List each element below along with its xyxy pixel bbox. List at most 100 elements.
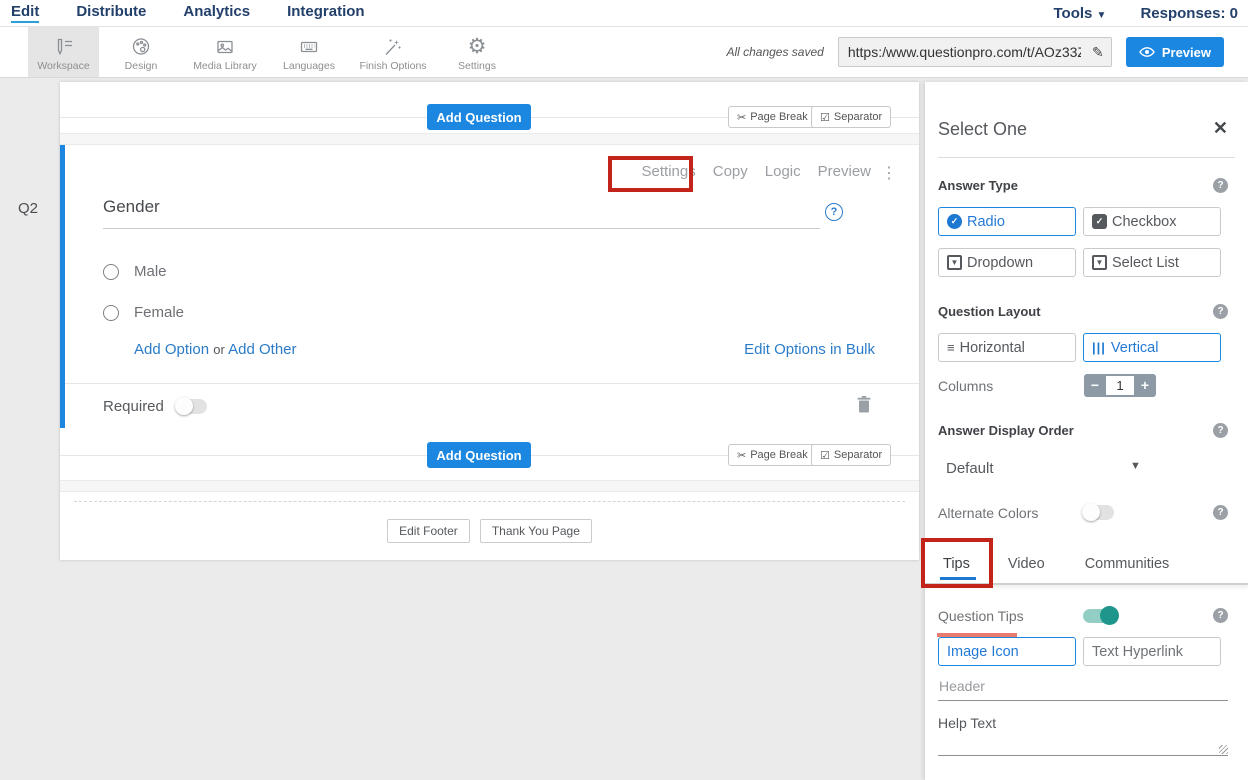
image-icon-button[interactable]: Image Icon — [938, 637, 1076, 666]
layout-horizontal[interactable]: ≡ Horizontal — [938, 333, 1076, 362]
toolbar-tab-languages[interactable]: Languages — [267, 27, 351, 77]
eye-icon — [1139, 46, 1155, 58]
separator-button-bottom[interactable]: ☑ Separator — [811, 444, 891, 466]
toolbar-tab-settings[interactable]: ⚙ Settings — [435, 27, 519, 77]
answer-option-row: Female — [103, 304, 184, 321]
toolbar-tab-design[interactable]: Design — [99, 27, 183, 77]
toolbar: Workspace Design Media Library — [0, 27, 1248, 78]
survey-canvas: Add Question ✂ Page Break ☑ Separator Se… — [60, 82, 919, 560]
question-preview-action[interactable]: Preview — [818, 163, 871, 180]
help-text-label: Help Text — [938, 715, 996, 731]
toolbar-tab-label: Languages — [283, 60, 335, 72]
chevron-down-icon[interactable]: ▼ — [1130, 460, 1141, 472]
responses-count[interactable]: Responses: 0 — [1140, 5, 1238, 22]
tab-communities[interactable]: Communities — [1085, 556, 1170, 572]
question-title[interactable]: Gender — [103, 197, 160, 217]
radio-button-male[interactable] — [103, 264, 119, 280]
question-help-icon[interactable]: ? — [825, 203, 843, 221]
survey-url-input[interactable] — [839, 44, 1085, 60]
divider — [60, 480, 919, 492]
plus-button[interactable]: + — [1134, 374, 1156, 397]
keyboard-icon — [297, 35, 321, 59]
tab-video[interactable]: Video — [1008, 556, 1045, 572]
toolbar-tab-label: Settings — [458, 60, 496, 72]
resize-handle[interactable] — [1219, 745, 1228, 754]
question-logic-action[interactable]: Logic — [765, 163, 801, 180]
edit-footer-button[interactable]: Edit Footer — [387, 519, 470, 543]
display-order-select[interactable]: Default — [946, 460, 994, 477]
image-icon — [213, 35, 237, 59]
divider — [925, 583, 1248, 585]
nav-item-distribute[interactable]: Distribute — [76, 3, 146, 23]
toolbar-tab-workspace[interactable]: Workspace — [28, 27, 99, 77]
separator-button-top[interactable]: ☑ Separator — [811, 106, 891, 128]
or-label: or — [213, 342, 225, 357]
answer-option-row: Male — [103, 263, 167, 280]
checkbox-icon: ☑ — [820, 111, 830, 124]
active-tab-indicator — [940, 577, 976, 580]
kebab-menu-icon[interactable]: ⋮ — [881, 163, 897, 183]
nav-item-integration[interactable]: Integration — [287, 3, 365, 23]
question-layout-help-icon[interactable]: ? — [1213, 304, 1228, 319]
answer-type-label: Answer Type — [938, 178, 1018, 193]
question-tips-toggle[interactable] — [1083, 609, 1117, 623]
question-tips-help-icon[interactable]: ? — [1213, 608, 1228, 623]
toolbar-tab-finish-options[interactable]: Finish Options — [351, 27, 435, 77]
thank-you-page-button[interactable]: Thank You Page — [480, 519, 592, 543]
question-settings-action[interactable]: Settings — [642, 163, 696, 180]
answer-type-dropdown[interactable]: ▼ Dropdown — [938, 248, 1076, 277]
text-hyperlink-button[interactable]: Text Hyperlink — [1083, 637, 1221, 666]
display-order-help-icon[interactable]: ? — [1213, 423, 1228, 438]
option-label[interactable]: Male — [134, 263, 167, 280]
page-break-button-top[interactable]: ✂ Page Break — [728, 106, 817, 128]
scissors-icon: ✂ — [737, 449, 746, 462]
question-copy-action[interactable]: Copy — [713, 163, 748, 180]
nav-item-analytics[interactable]: Analytics — [183, 3, 250, 23]
add-option-link[interactable]: Add Option — [134, 341, 209, 358]
columns-label: Columns — [938, 378, 993, 394]
help-text-textarea[interactable] — [938, 733, 1228, 756]
toolbar-tab-label: Design — [125, 60, 158, 72]
tab-tips[interactable]: Tips — [943, 556, 970, 572]
edit-url-icon[interactable]: ✎ — [1085, 44, 1111, 61]
option-label[interactable]: Female — [134, 304, 184, 321]
top-nav-links: Edit Distribute Analytics Integration — [0, 3, 365, 23]
survey-url-box: ✎ — [838, 37, 1112, 67]
toolbar-tab-label: Finish Options — [359, 60, 426, 72]
answer-type-help-icon[interactable]: ? — [1213, 178, 1228, 193]
checkbox-icon: ☑ — [820, 449, 830, 462]
preview-button[interactable]: Preview — [1126, 37, 1224, 67]
nav-item-edit[interactable]: Edit — [11, 3, 39, 23]
dropdown-caret-icon: ▼ — [1092, 255, 1107, 270]
columns-input[interactable] — [1106, 376, 1134, 395]
divider — [60, 133, 919, 145]
answer-type-checkbox[interactable]: ✓ Checkbox — [1083, 207, 1221, 236]
gear-icon: ⚙ — [468, 35, 487, 59]
required-label: Required — [103, 398, 164, 415]
add-other-link[interactable]: Add Other — [228, 341, 296, 358]
alternate-colors-toggle[interactable] — [1083, 505, 1114, 520]
columns-stepper: − + — [1084, 374, 1156, 397]
horizontal-bars-icon: ≡ — [947, 340, 955, 355]
required-toggle[interactable] — [176, 399, 207, 414]
question-number: Q2 — [18, 200, 38, 217]
edit-options-bulk-link[interactable]: Edit Options in Bulk — [744, 341, 875, 358]
layout-vertical[interactable]: ||| Vertical — [1083, 333, 1221, 362]
alternate-colors-help-icon[interactable]: ? — [1213, 505, 1228, 520]
panel-title: Select One — [938, 119, 1027, 140]
divider — [103, 228, 820, 229]
add-question-button-bottom[interactable]: Add Question — [427, 442, 531, 468]
delete-question-icon[interactable] — [856, 395, 872, 413]
vertical-bars-icon: ||| — [1092, 340, 1106, 355]
add-question-button-top[interactable]: Add Question — [427, 104, 531, 130]
radio-button-female[interactable] — [103, 305, 119, 321]
close-icon[interactable]: ✕ — [1213, 118, 1228, 139]
answer-type-radio[interactable]: ✓ Radio — [938, 207, 1076, 236]
toolbar-tab-media-library[interactable]: Media Library — [183, 27, 267, 77]
tools-menu[interactable]: Tools ▼ — [1053, 5, 1106, 22]
minus-button[interactable]: − — [1084, 374, 1106, 397]
page-break-button-bottom[interactable]: ✂ Page Break — [728, 444, 817, 466]
toolbar-tab-label: Workspace — [37, 60, 89, 72]
answer-type-select-list[interactable]: ▼ Select List — [1083, 248, 1221, 277]
header-input[interactable] — [938, 676, 1228, 701]
